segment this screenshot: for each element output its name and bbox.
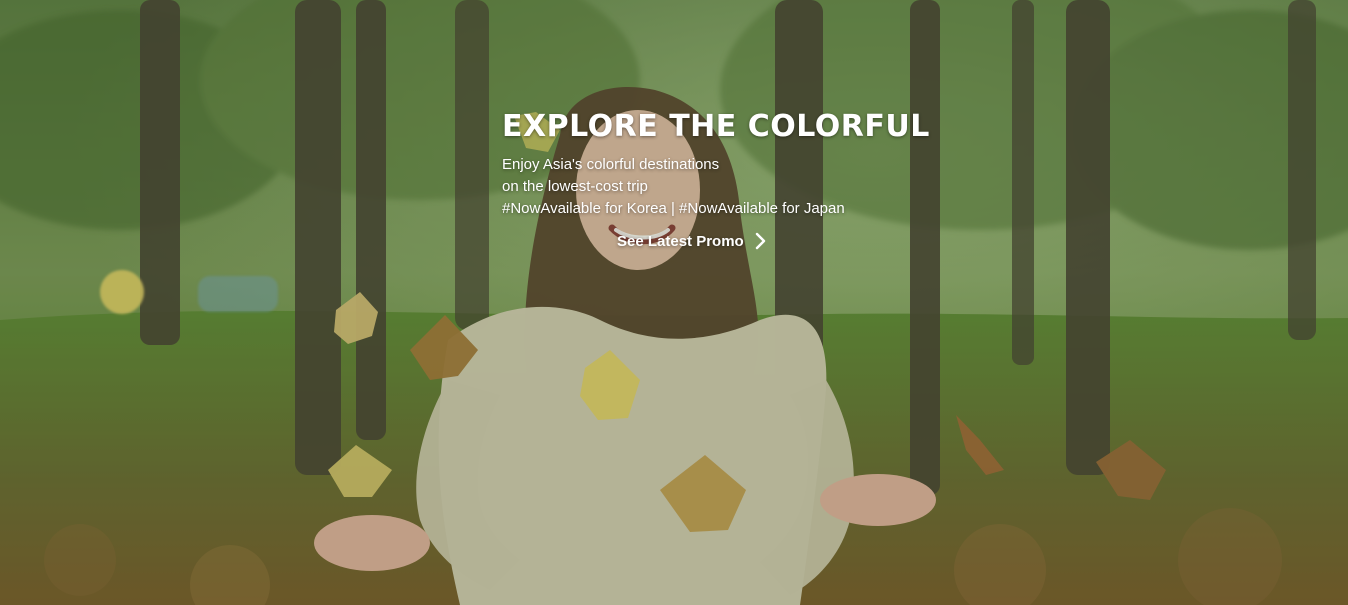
hero-description: Enjoy Asia's colorful destinations on th…	[502, 154, 922, 220]
hero-overlay	[0, 0, 1348, 605]
hero-line-1: Enjoy Asia's colorful destinations	[502, 156, 720, 173]
hero-banner: EXPLORE THE COLORFUL Enjoy Asia's colorf…	[0, 0, 1348, 605]
see-latest-promo-link[interactable]: See Latest Promo	[617, 232, 768, 250]
hero-line-3: #NowAvailable for Korea | #NowAvailable …	[502, 200, 845, 217]
hero-title: EXPLORE THE COLORFUL	[502, 109, 930, 144]
hero-copy: EXPLORE THE COLORFUL Enjoy Asia's colorf…	[502, 108, 930, 220]
chevron-right-icon	[755, 232, 765, 250]
hero-line-2: on the lowest-cost trip	[502, 178, 648, 195]
see-latest-promo-label: See Latest Promo	[617, 232, 744, 250]
